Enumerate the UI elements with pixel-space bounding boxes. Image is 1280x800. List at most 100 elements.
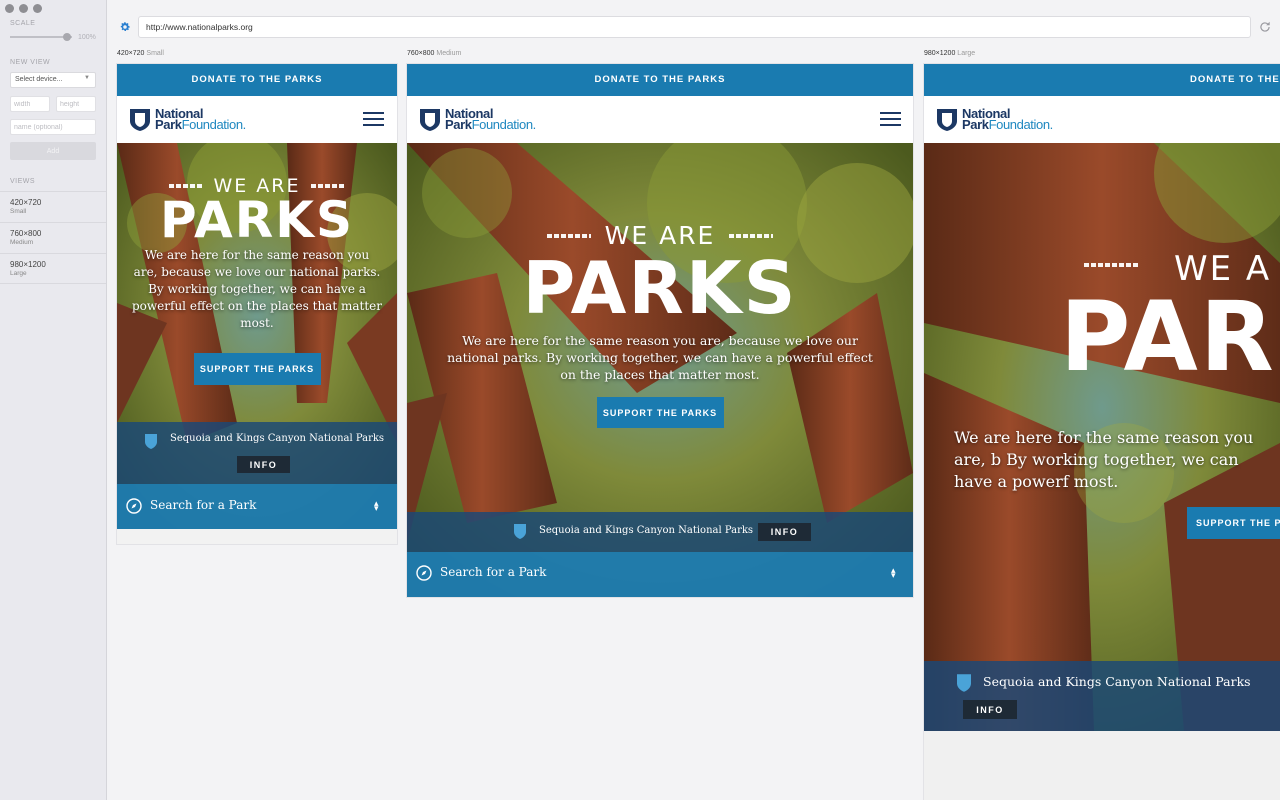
park-name[interactable]: Sequoia and Kings Canyon National Parks	[170, 433, 384, 444]
view-item-large[interactable]: 980×1200 Large	[0, 253, 106, 284]
site-header: National ParkFoundation.	[117, 96, 397, 143]
support-button[interactable]: SUPPORT THE PARKS	[596, 397, 724, 428]
view-size: 420×720	[10, 198, 42, 207]
park-search-bar[interactable]: Search for a Park ▴ ▾	[117, 484, 397, 529]
frame-size: 420×720	[117, 50, 145, 57]
logo-line2b: Foundation.	[988, 117, 1054, 132]
parks-heading: PAR	[1060, 281, 1276, 393]
frame-label-small: 420×720 Small	[117, 50, 164, 57]
device-select[interactable]: Select device... ▼	[10, 72, 96, 88]
decorative-dash	[310, 184, 345, 188]
search-park-label: Search for a Park	[150, 498, 257, 512]
logo-line2b: Foundation.	[471, 117, 537, 132]
view-name: Medium	[10, 239, 34, 246]
view-item-medium[interactable]: 760×800 Medium	[0, 222, 106, 253]
sidebar: SCALE 100% NEW VIEW Select device... ▼ A…	[0, 0, 107, 800]
reload-icon[interactable]	[1258, 20, 1272, 34]
view-name-input[interactable]	[10, 119, 96, 135]
frame-name: Small	[146, 50, 164, 57]
minimize-window-button[interactable]	[19, 4, 28, 13]
view-name: Small	[10, 208, 27, 215]
add-view-button[interactable]: Add	[10, 142, 96, 160]
donate-banner[interactable]: DONATE TO THE PARKS	[407, 64, 913, 96]
view-size: 980×1200	[10, 260, 46, 269]
zoom-window-button[interactable]	[33, 4, 42, 13]
height-input[interactable]	[56, 96, 96, 112]
view-size: 760×800	[10, 229, 42, 238]
npf-logo[interactable]: National ParkFoundation.	[129, 107, 247, 132]
decorative-dash	[1084, 263, 1138, 267]
hero: WE A PAR We are here for the same reason…	[924, 143, 1280, 731]
frame-medium: DONATE TO THE PARKS National ParkFoundat…	[407, 64, 913, 597]
logo-line2b: Foundation.	[181, 117, 247, 132]
scale-value: 100%	[78, 34, 96, 41]
npf-logo[interactable]: National ParkFoundation.	[419, 107, 537, 132]
npf-logo[interactable]: National ParkFoundation.	[936, 107, 1054, 132]
frame-label-large: 980×1200 Large	[924, 50, 975, 57]
updown-arrows-icon: ▴ ▾	[374, 498, 379, 513]
featured-park-bar: Sequoia and Kings Canyon National Parks …	[117, 422, 397, 484]
donate-banner[interactable]: DONATE TO THE PARKS	[924, 64, 1280, 96]
support-button[interactable]: SUPPORT THE PA	[1187, 507, 1280, 539]
device-select-value: Select device...	[15, 76, 63, 83]
hero: WE ARE PARKS We are here for the same re…	[117, 143, 397, 529]
hero-content: WE ARE PARKS We are here for the same re…	[117, 175, 397, 385]
footer-ground	[924, 731, 1280, 800]
gear-icon[interactable]	[119, 21, 131, 33]
scale-slider-handle[interactable]	[63, 33, 71, 41]
decorative-dash	[169, 184, 204, 188]
arrowhead-logo-icon	[130, 109, 150, 131]
donate-banner[interactable]: DONATE TO THE PARKS	[117, 64, 397, 96]
frame-name: Large	[957, 50, 976, 57]
frame-size: 760×800	[407, 50, 435, 57]
frame-small: DONATE TO THE PARKS National ParkFoundat…	[117, 64, 397, 544]
footer-ground	[117, 529, 397, 544]
url-input[interactable]: http://www.nationalparks.org	[138, 16, 1251, 38]
chevron-down-icon: ▼	[84, 75, 90, 81]
site-header: National ParkFoundation.	[407, 96, 913, 143]
arrowhead-icon	[514, 524, 526, 539]
frame-large: DONATE TO THE PARKS National ParkFoundat…	[924, 64, 1280, 800]
arrowhead-icon	[145, 434, 157, 449]
hero-tagline: We are here for the same reason you are,…	[447, 333, 873, 382]
width-input[interactable]	[10, 96, 50, 112]
parks-heading: PARKS	[159, 191, 354, 249]
support-button[interactable]: SUPPORT THE PARKS	[193, 353, 321, 385]
menu-icon[interactable]	[880, 112, 901, 126]
info-button[interactable]: INFO	[758, 523, 811, 541]
arrowhead-logo-icon	[420, 109, 440, 131]
info-button[interactable]: INFO	[237, 456, 290, 473]
compass-icon	[126, 498, 142, 514]
decorative-dash	[546, 233, 591, 238]
logo-line2a: Park	[155, 117, 182, 132]
park-name[interactable]: Sequoia and Kings Canyon National Parks	[983, 674, 1251, 689]
close-window-button[interactable]	[5, 4, 14, 13]
featured-park-bar: Sequoia and Kings Canyon National Parks …	[924, 661, 1280, 731]
hero-content: WE ARE PARKS We are here for the same re…	[407, 221, 913, 428]
new-view-label: NEW VIEW	[10, 59, 51, 66]
decorative-dash	[729, 233, 774, 238]
arrowhead-icon	[957, 674, 971, 692]
park-search-bar[interactable]: Search for a Park ▴ ▾	[407, 552, 913, 597]
park-name[interactable]: Sequoia and Kings Canyon National Parks	[539, 525, 753, 536]
menu-icon[interactable]	[363, 112, 384, 126]
arrowhead-logo-icon	[937, 109, 957, 131]
featured-park-bar: Sequoia and Kings Canyon National Parks …	[407, 512, 913, 552]
frame-size: 980×1200	[924, 50, 956, 57]
hero-tagline: We are here for the same reason you are,…	[132, 248, 382, 330]
compass-icon	[416, 565, 432, 581]
toolbar: http://www.nationalparks.org	[107, 14, 1280, 40]
frame-label-medium: 760×800 Medium	[407, 50, 461, 57]
hero: WE ARE PARKS We are here for the same re…	[407, 143, 913, 597]
frame-name: Medium	[436, 50, 462, 57]
window-controls	[5, 4, 42, 13]
parks-heading: PARKS	[522, 246, 798, 330]
info-button[interactable]: INFO	[963, 700, 1017, 719]
hero-tagline: We are here for the same reason you are,…	[954, 428, 1254, 491]
search-park-label: Search for a Park	[440, 565, 547, 579]
view-item-small[interactable]: 420×720 Small	[0, 191, 106, 222]
view-name: Large	[10, 270, 27, 277]
scale-label: SCALE	[10, 20, 36, 27]
logo-line2a: Park	[445, 117, 472, 132]
views-list: 420×720 Small 760×800 Medium 980×1200 La…	[0, 191, 106, 284]
